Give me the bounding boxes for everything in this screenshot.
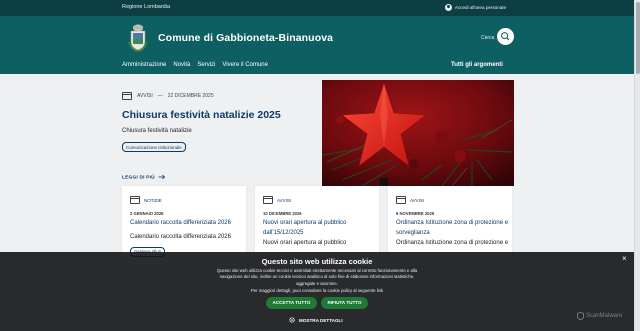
site-header: Comune di Gabbioneta-Binanuova Cerca Amm… [0,16,634,74]
calendar-icon [122,92,132,100]
region-link[interactable]: Regione Lombardia [122,4,170,10]
nav-item-novita[interactable]: Novità [173,62,190,68]
user-icon [444,4,452,11]
page-scrollbar[interactable] [634,0,640,331]
card-description: Calendario raccolta differenziata 2026 [130,234,231,240]
arrow-right-icon [158,174,166,180]
top-bar: Regione Lombardia Accedi all'area person… [0,0,634,16]
read-more-link[interactable]: LEGGI DI PIÙ [122,174,166,180]
site-title[interactable]: Comune di Gabbioneta-Binanuova [158,32,333,44]
card-meta: AVVISI [263,196,291,204]
gear-icon [289,317,295,323]
cookie-title: Questo sito web utilizza cookie [261,257,373,266]
hero-tag[interactable]: Comunicazione istituzionale [122,142,186,153]
card-category: AVVISI [410,197,425,203]
scrollbar-thumb[interactable] [636,2,640,74]
hero-date: 22 DICEMBRE 2025 [167,93,214,99]
card-date: 10 DICEMBRE 2025 [263,211,302,216]
card-date: 6 NOVEMBRE 2025 [396,211,435,216]
card-title[interactable]: Nuovi orari apertura al pubblico dall'15… [263,219,377,238]
scanmalware-watermark: ScanMalware [577,312,622,320]
card-title[interactable]: Calendario raccolta differenziata 2026 [130,219,244,229]
reject-all-button[interactable]: RIFIUTA TUTTO [321,297,368,309]
search-button[interactable] [497,28,514,45]
hero-category: AVVISI [137,93,153,99]
card-description: Ordinanza Istituzione zona di protezione… [396,240,509,246]
cookie-banner: × Questo sito web utilizza cookie Questo… [0,252,634,331]
show-details-toggle[interactable]: MOSTRA DETTAGLI [289,317,343,323]
calendar-icon [396,196,406,204]
login-link[interactable]: Accedi all'area personale [444,4,506,11]
show-details-label: MOSTRA DETTAGLI [299,317,343,323]
card-title[interactable]: Ordinanza Istituzione zona di protezione… [396,219,510,238]
cookie-body: Questo sito web utilizza cookie tecnici … [216,268,418,286]
nav-item-servizi[interactable]: Servizi [197,62,215,68]
shield-icon [577,312,584,320]
card-meta: AVVISI [396,196,424,204]
calendar-icon [130,196,140,204]
read-more-label: LEGGI DI PIÙ [122,175,155,181]
main-navigation: Amministrazione Novità Servizi Vivere il… [122,62,268,68]
card-category: NOTIZIE [144,197,162,203]
accept-all-button[interactable]: ACCETTA TUTTO [266,297,317,309]
all-topics-link[interactable]: Tutti gli argomenti [451,62,503,68]
search-icon [501,32,510,41]
municipal-crest-icon[interactable] [126,22,150,52]
nav-item-vivere-il-comune[interactable]: Vivere il Comune [222,62,268,68]
search-label: Cerca [481,35,495,41]
cookie-policy-link[interactable]: Per maggiori dettagli, puoi consultare l… [0,288,634,293]
hero-title[interactable]: Chiusura festività natalizie 2025 [122,109,281,121]
meta-separator: — [157,93,163,99]
login-label: Accedi all'area personale [454,5,506,10]
card-category: AVVISI [277,197,292,203]
nav-item-amministrazione[interactable]: Amministrazione [122,62,166,68]
hero-description: Chiusura festività natalizie [122,128,192,134]
calendar-icon [263,196,273,204]
card-description: Nuovi orari apertura al pubblico [263,240,347,246]
card-date: 2 GENNAIO 2026 [130,211,164,216]
watermark-text: ScanMalware [586,313,623,319]
hero-meta: AVVISI — 22 DICEMBRE 2025 [122,92,214,100]
hero-image-christmas-star [322,80,514,186]
card-meta: NOTIZIE [130,196,162,204]
